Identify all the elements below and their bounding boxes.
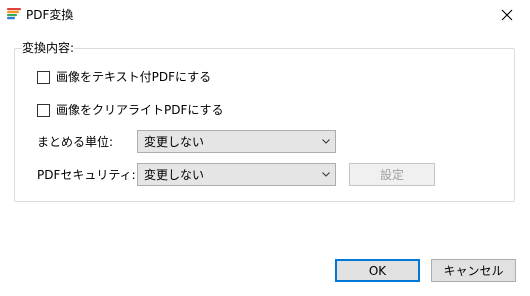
close-button[interactable] <box>484 0 530 30</box>
unit-select-value: 変更しない <box>144 134 205 149</box>
clearlight-pdf-checkbox[interactable]: 画像をクリアライトPDFにする <box>37 102 224 118</box>
checkbox-square[interactable] <box>37 103 50 117</box>
unit-select[interactable]: 変更しない <box>137 130 336 153</box>
security-select[interactable]: 変更しない <box>137 163 336 186</box>
group-label: 変換内容: <box>22 40 75 56</box>
security-settings-button[interactable]: 設定 <box>349 163 435 186</box>
checkbox-square[interactable] <box>37 70 50 84</box>
unit-label: まとめる単位: <box>37 135 114 149</box>
checkbox-label: 画像をクリアライトPDFにする <box>56 103 224 117</box>
ok-button[interactable]: OK <box>335 259 420 282</box>
text-pdf-checkbox[interactable]: 画像をテキスト付PDFにする <box>37 69 211 85</box>
title-bar: PDF変換 <box>0 0 530 30</box>
chevron-down-icon <box>317 164 335 185</box>
security-select-value: 変更しない <box>144 167 205 182</box>
cancel-button[interactable]: キャンセル <box>431 259 516 282</box>
checkbox-label: 画像をテキスト付PDFにする <box>56 70 212 84</box>
close-icon <box>501 9 513 21</box>
chevron-down-icon <box>317 131 335 152</box>
security-label: PDFセキュリティ: <box>37 168 136 182</box>
dialog-content: 変換内容: 画像をテキスト付PDFにする 画像をクリアライトPDFにする まとめ… <box>0 30 530 296</box>
window-title: PDF変換 <box>26 8 74 22</box>
pdf-app-icon <box>7 8 21 20</box>
